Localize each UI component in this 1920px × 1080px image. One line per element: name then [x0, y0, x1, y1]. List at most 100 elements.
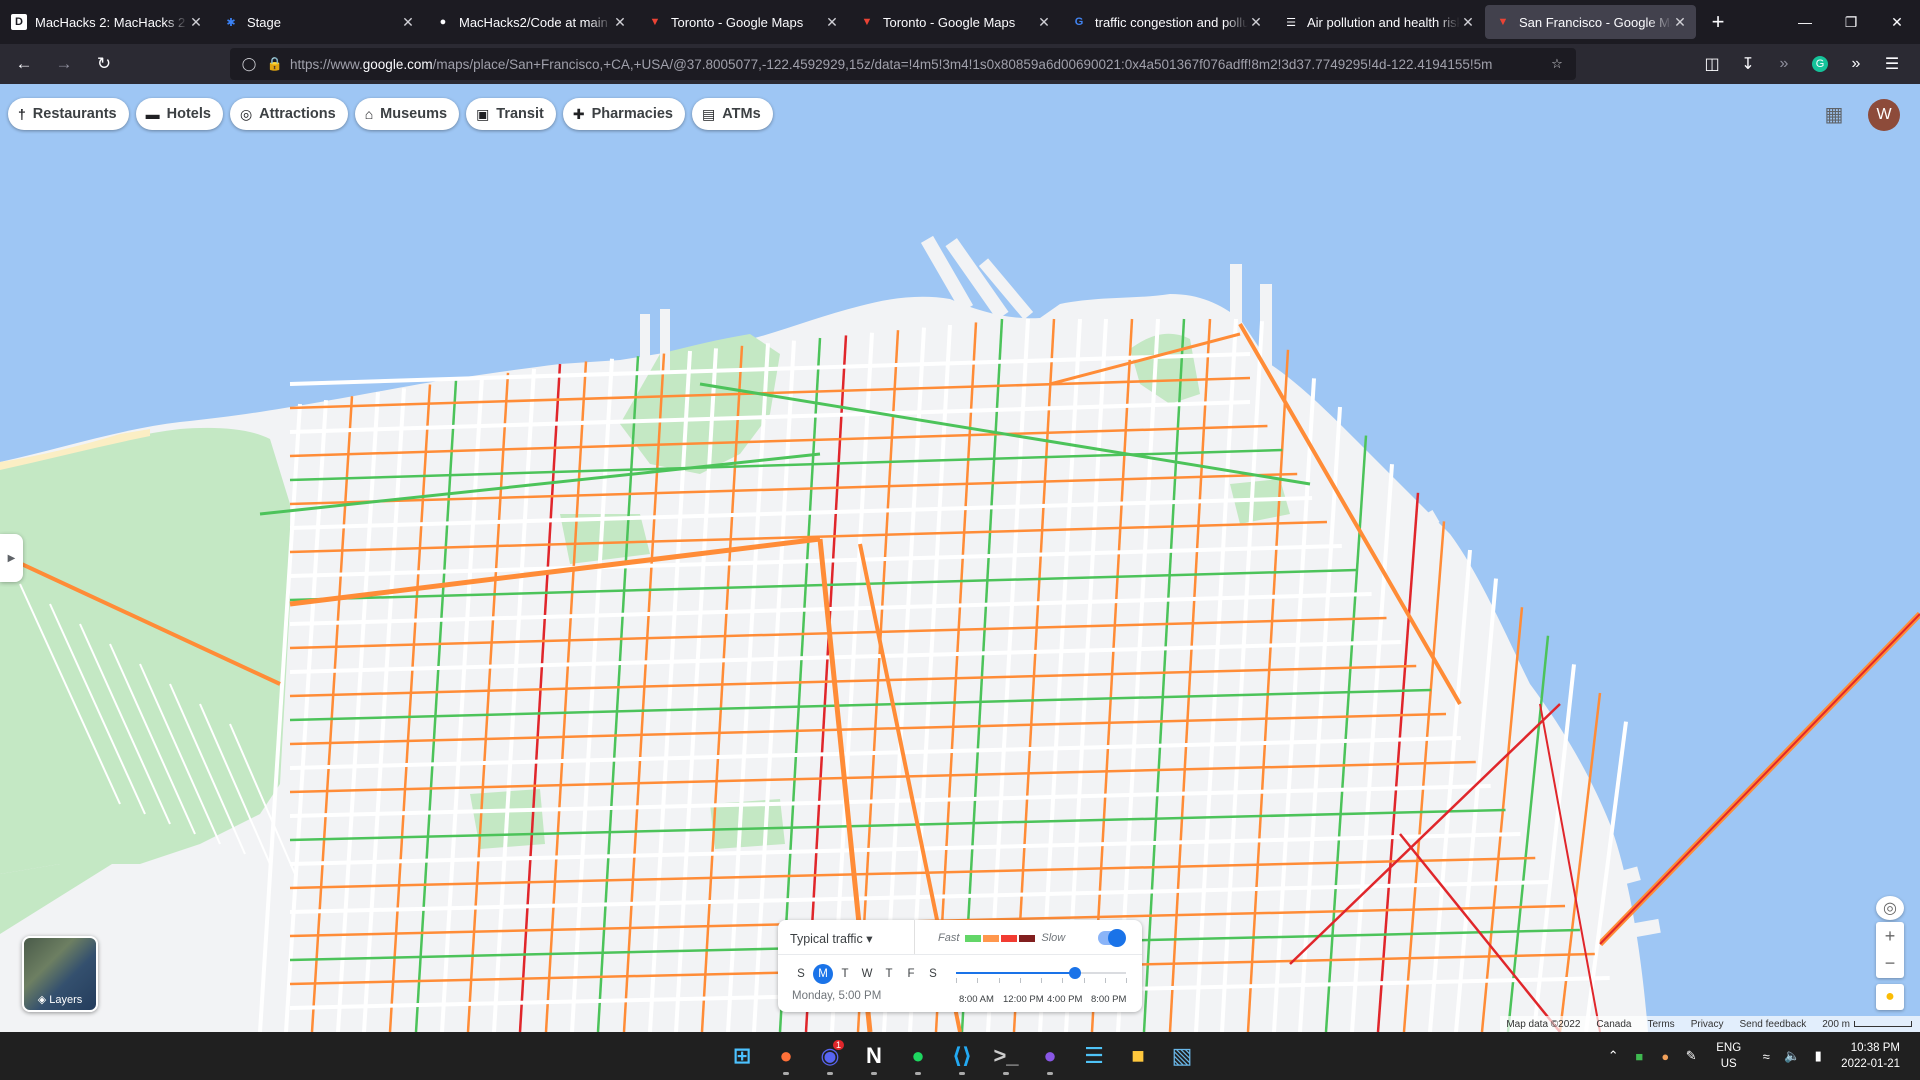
traffic-toggle[interactable]: [1098, 929, 1126, 947]
tab-6[interactable]: ☰ Air pollution and health risks ✕: [1273, 5, 1484, 39]
map-data-label: Map data ©2022: [1506, 1018, 1581, 1030]
day-button[interactable]: W: [856, 964, 878, 984]
overflow-chevron-icon[interactable]: »: [1838, 48, 1874, 80]
send-feedback-link[interactable]: Send feedback: [1739, 1019, 1806, 1030]
chevron-up-icon[interactable]: ⌃: [1600, 1048, 1626, 1064]
firefox-icon[interactable]: ●: [764, 1036, 808, 1076]
day-button[interactable]: S: [790, 964, 812, 984]
language-indicator[interactable]: ENG US: [1716, 1040, 1741, 1072]
category-chip-atms[interactable]: ▤ ATMs: [692, 98, 773, 130]
new-tab-icon[interactable]: +: [1702, 6, 1734, 38]
microphone-icon[interactable]: ●: [1652, 1049, 1678, 1064]
github-desktop-icon-glyph: ●: [1043, 1043, 1057, 1068]
discord-icon[interactable]: ◉ 1: [808, 1036, 852, 1076]
terminal-icon[interactable]: >_: [984, 1036, 1028, 1076]
notion-icon-glyph: N: [866, 1043, 882, 1068]
tab-3[interactable]: ▼ Toronto - Google Maps ✕: [637, 5, 848, 39]
google-apps-icon[interactable]: ▦: [1822, 102, 1846, 126]
category-label: Attractions: [259, 106, 336, 122]
legend-slow-label: Slow: [1041, 932, 1066, 944]
notepad-icon[interactable]: ☰: [1072, 1036, 1116, 1076]
url-bar[interactable]: ◯ 🔒 https://www.google.com/maps/place/Sa…: [230, 48, 1576, 80]
legend-swatch: [1019, 934, 1036, 942]
avatar[interactable]: W: [1868, 99, 1900, 131]
pocket-icon[interactable]: ◫: [1694, 48, 1730, 80]
battery-icon[interactable]: ▮: [1805, 1048, 1831, 1064]
vscode-icon[interactable]: ⟨⟩: [940, 1036, 984, 1076]
category-chips: † Restaurants ▬ Hotels ◎ Attractions ⌂ Museums ▣…: [8, 98, 780, 130]
close-tab-icon[interactable]: ✕: [1036, 14, 1052, 31]
tray-app-icon[interactable]: ■: [1626, 1049, 1652, 1064]
menu-icon[interactable]: ☰: [1874, 48, 1910, 80]
privacy-link[interactable]: Privacy: [1691, 1019, 1724, 1030]
close-tab-icon[interactable]: ✕: [824, 14, 840, 31]
file-explorer-icon[interactable]: ■: [1116, 1036, 1160, 1076]
zoom-in-icon[interactable]: +: [1885, 923, 1896, 950]
tab-4[interactable]: ▼ Toronto - Google Maps ✕: [849, 5, 1060, 39]
category-chip-attractions[interactable]: ◎ Attractions: [229, 98, 348, 130]
forward-icon[interactable]: →: [48, 48, 80, 80]
day-button[interactable]: M: [813, 964, 833, 984]
fork-knife-icon: †: [18, 106, 26, 122]
minimize-icon[interactable]: —: [1782, 0, 1828, 44]
legend-swatch: [965, 934, 982, 942]
zoom-out-icon[interactable]: −: [1885, 950, 1896, 977]
close-tab-icon[interactable]: ✕: [188, 14, 204, 31]
reload-icon[interactable]: ↻: [88, 48, 120, 80]
bookmark-star-icon[interactable]: ☆: [1546, 56, 1568, 72]
tab-0[interactable]: D MacHacks 2: MacHacks 2 is th✕: [1, 5, 212, 39]
category-chip-museums[interactable]: ⌂ Museums: [354, 98, 460, 130]
spotify-icon[interactable]: ●: [896, 1036, 940, 1076]
lock-icon[interactable]: 🔒: [264, 56, 286, 72]
slider-tick: [956, 978, 957, 983]
traffic-mode-dropdown[interactable]: Typical traffic ▾: [790, 931, 872, 946]
close-tab-icon[interactable]: ✕: [1248, 14, 1264, 31]
bed-icon: ▬: [145, 106, 160, 122]
category-chip-hotels[interactable]: ▬ Hotels: [135, 98, 223, 130]
pen-icon[interactable]: ✎: [1678, 1048, 1704, 1064]
close-tab-icon[interactable]: ✕: [1672, 14, 1688, 31]
day-button[interactable]: T: [834, 964, 856, 984]
windows-start-icon[interactable]: ⊞: [720, 1036, 764, 1076]
category-chip-transit[interactable]: ▣ Transit: [466, 98, 556, 130]
pegman-icon[interactable]: ●: [1876, 984, 1904, 1010]
clock[interactable]: 10:38 PM 2022-01-21: [1841, 1040, 1900, 1072]
day-button[interactable]: F: [900, 964, 922, 984]
day-button[interactable]: T: [878, 964, 900, 984]
slider-tick: [1041, 978, 1042, 983]
grammarly-icon[interactable]: G: [1802, 48, 1838, 80]
terms-link[interactable]: Terms: [1647, 1019, 1674, 1030]
scale-label[interactable]: 200 m: [1822, 1019, 1850, 1030]
tab-2[interactable]: ● MacHacks2/Code at main · d ✕: [425, 5, 636, 39]
tab-5[interactable]: Gtraffic congestion and polluti ✕: [1061, 5, 1272, 39]
wifi-icon[interactable]: ≈: [1753, 1049, 1779, 1064]
tab-7[interactable]: ▼ San Francisco - Google Maps✕: [1485, 5, 1696, 39]
close-tab-icon[interactable]: ✕: [400, 14, 416, 31]
expand-side-panel-icon[interactable]: ▶: [0, 534, 23, 582]
back-icon[interactable]: ←: [8, 48, 40, 80]
navigation-toolbar: ← → ↻ ◯ 🔒 https://www.google.com/maps/pl…: [0, 44, 1920, 84]
time-slider[interactable]: [956, 967, 1126, 979]
language-label: ENG: [1716, 1042, 1742, 1054]
download-icon[interactable]: ↧: [1730, 48, 1766, 80]
close-tab-icon[interactable]: ✕: [612, 14, 628, 31]
photos-icon[interactable]: ▧: [1160, 1036, 1204, 1076]
map-canvas[interactable]: † Restaurants ▬ Hotels ◎ Attractions ⌂ Museums ▣…: [0, 84, 1920, 1032]
close-window-icon[interactable]: ✕: [1874, 0, 1920, 44]
tab-1[interactable]: ✱ Stage ✕: [213, 5, 424, 39]
notepad-icon-glyph: ☰: [1084, 1043, 1104, 1068]
close-tab-icon[interactable]: ✕: [1460, 14, 1476, 31]
url-text[interactable]: https://www.google.com/maps/place/San+Fr…: [290, 57, 1546, 72]
notion-icon[interactable]: N: [852, 1036, 896, 1076]
github-desktop-icon[interactable]: ●: [1028, 1036, 1072, 1076]
category-chip-restaurants[interactable]: † Restaurants: [8, 98, 129, 130]
country-link[interactable]: Canada: [1596, 1019, 1631, 1030]
my-location-icon[interactable]: ◎: [1876, 896, 1904, 920]
day-button[interactable]: S: [922, 964, 944, 984]
volume-icon[interactable]: 🔈: [1779, 1048, 1805, 1064]
restore-icon[interactable]: ❐: [1828, 0, 1874, 44]
layers-button[interactable]: ◈ Layers: [22, 936, 98, 1012]
category-chip-pharmacies[interactable]: ✚ Pharmacies: [562, 98, 685, 130]
extension-icon[interactable]: »: [1766, 48, 1802, 80]
shield-icon[interactable]: ◯: [238, 56, 260, 72]
